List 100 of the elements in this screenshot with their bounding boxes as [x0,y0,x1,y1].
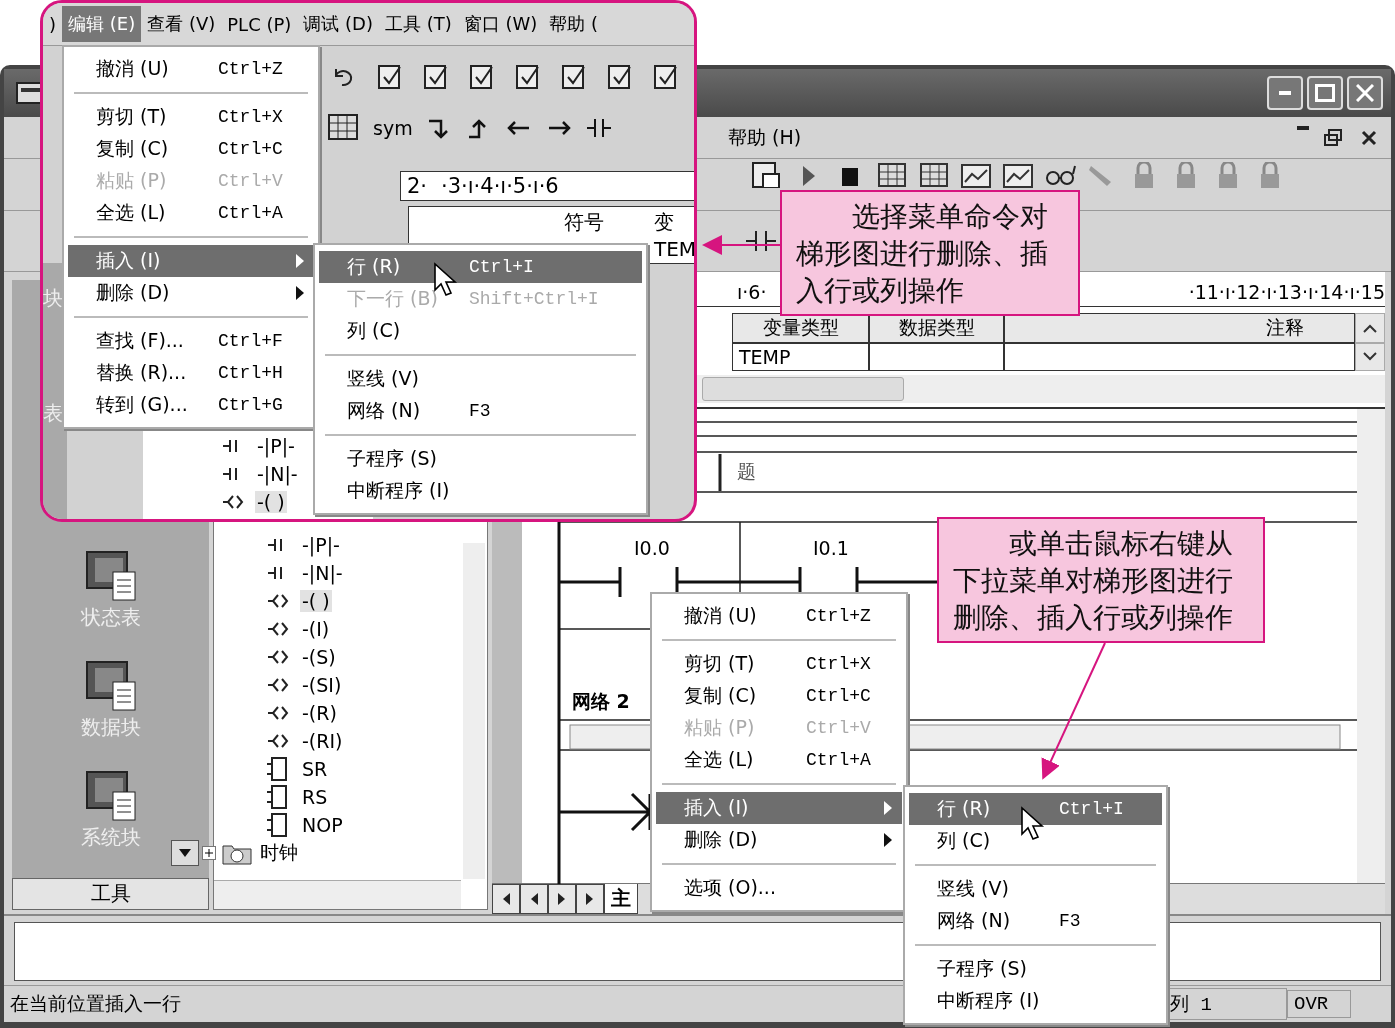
minimize-icon [1279,90,1291,95]
chevron-down-icon [1362,351,1378,362]
tree-item[interactable]: RS [300,785,330,808]
tree-item[interactable]: -|N|- [300,561,345,584]
expand-icon[interactable] [202,845,216,860]
grid-icon[interactable] [875,162,909,189]
column-header: 变量类型 [732,312,869,343]
contact-address: I0.0 [634,536,670,559]
menu-item[interactable]: 剪切 (T) Ctrl+X [656,648,902,680]
tree-item[interactable]: -( ) [255,491,287,513]
ruler-label: ·3·ı·4·ı·5·ı·6 [441,174,559,198]
menu-item[interactable]: 全选 (L) Ctrl+A [656,744,902,776]
menu-item[interactable]: 行 (R) Ctrl+I [319,251,642,283]
menu-item[interactable]: 子程序 (S) [319,443,642,475]
menu-item[interactable]: 复制 (C) Ctrl+C [68,133,314,165]
menu-item[interactable]: 竖线 (V) [319,363,642,395]
menu-item[interactable]: 列 (C) [319,315,642,347]
tree-item[interactable]: -(S) [300,645,338,668]
menu-item[interactable]: 全选 (L) Ctrl+A [68,197,314,229]
mouse-cursor-icon [1020,806,1046,842]
menu-item[interactable]: 替换 (R)... Ctrl+H [68,357,314,389]
submenu-arrow-icon [884,833,892,847]
dropdown-button[interactable] [171,839,199,866]
minimize-icon[interactable] [1297,125,1309,130]
tree-item[interactable]: -|P|- [300,533,342,556]
tree-item[interactable]: -( ) [300,589,332,612]
scrollbar-thumb[interactable] [702,376,904,401]
menu-bar-item[interactable]: 调试 (D) [297,6,379,42]
box-instruction-icon [266,811,290,838]
column-header: 注释 [1004,312,1355,343]
submenu-arrow-icon [296,286,304,300]
menu-item[interactable]: 删除 (D) [656,824,902,856]
caret-icon [178,847,192,858]
box-instruction-icon [266,783,290,810]
tree-item[interactable]: SR [300,757,330,780]
menu-bar-item[interactable]: 帮助 (H) [722,122,808,153]
minimize-button[interactable] [1267,75,1303,110]
menu-item[interactable]: 复制 (C) Ctrl+C [656,680,902,712]
menu-item[interactable]: 列 (C) [909,825,1162,857]
menu-item[interactable]: 撤消 (U) Ctrl+Z [68,53,314,85]
scroll-down-button[interactable] [1355,342,1385,371]
menu-bar-item[interactable]: 查看 (V) [141,6,222,42]
menu-item[interactable]: 中断程序 (I) [909,985,1162,1017]
maximize-button[interactable] [1307,75,1343,110]
table-cell: TEMP [732,342,869,371]
menu-item[interactable]: 转到 (G)... Ctrl+G [68,389,314,421]
menu-item[interactable]: 剪切 (T) Ctrl+X [68,101,314,133]
menu-item[interactable]: 中断程序 (I) [319,475,642,507]
menu-item[interactable]: 选项 (O)... [656,872,902,904]
menu-item[interactable]: 竖线 (V) [909,873,1162,905]
tree-item[interactable]: 时钟 [258,839,300,866]
tree-item[interactable]: -(R) [300,701,339,724]
chevron-up-icon [1362,322,1378,333]
tree-item[interactable]: -|P|- [255,435,297,457]
menu-item[interactable]: 子程序 (S) [909,953,1162,985]
scrollbar[interactable] [214,879,461,909]
network-label: 网络 2 [572,688,630,714]
chart-icon[interactable] [959,162,993,189]
tree-item[interactable]: -|N|- [255,463,300,485]
tree-item[interactable]: -(I) [300,617,332,640]
ruler-label: ·11·ı·12·ı·13·ı·14·ı·15 [1188,280,1385,303]
grid-icon[interactable] [917,162,951,189]
menu-item[interactable]: 撤消 (U) Ctrl+Z [656,600,902,632]
tools-button[interactable]: 工具 [12,877,209,910]
menu-bar-item[interactable]: 窗口 (W) [457,6,544,42]
network-title: 题 [737,458,756,484]
menu-item[interactable]: 网络 (N) F3 [319,395,642,427]
menu-item[interactable]: 网络 (N) F3 [909,905,1162,937]
symbol-button[interactable]: sym [373,117,413,139]
prev-page-button[interactable] [520,883,548,914]
menu-bar-item[interactable]: ) [43,7,63,41]
menu-item[interactable]: 行 (R) Ctrl+I [909,793,1162,825]
menu-bar-item[interactable]: PLC (P) [221,7,298,41]
scrollbar[interactable] [1357,408,1385,883]
table-cell: TEM [654,237,694,261]
menu-bar-item[interactable]: 编辑 (E) [62,6,142,42]
scroll-up-button[interactable] [1355,312,1385,343]
ruler-label: ı·6· [737,280,767,303]
tree-item[interactable]: -(RI) [300,729,345,752]
callout-note: 选择菜单命令对梯形图进行删除、插入行或列操作 [780,190,1080,316]
submenu-arrow-icon [884,801,892,815]
submenu-arrow-icon [296,254,304,268]
chart-icon[interactable] [1001,162,1035,189]
next-page-button[interactable] [548,883,576,914]
tree-item[interactable]: -(SI) [300,673,344,696]
menu-item[interactable]: 删除 (D) [68,277,314,309]
coil-icon [221,493,245,511]
menu-item[interactable]: 插入 (I) [656,792,902,824]
program-tab[interactable]: 主 [604,883,638,914]
callout-note: 或单击鼠标右键从下拉菜单对梯形图进行删除、插入行或列操作 [937,517,1265,643]
first-page-button[interactable] [492,883,520,914]
menu-item[interactable]: 查找 (F)... Ctrl+F [68,325,314,357]
menu-bar-item[interactable]: 帮助 ( [543,6,605,42]
column-header: 变 [654,209,674,236]
window-icon[interactable] [749,162,783,189]
menu-bar-item[interactable]: 工具 (T) [379,6,458,42]
last-page-button[interactable] [576,883,604,914]
close-button[interactable] [1347,75,1383,110]
menu-item[interactable]: 插入 (I) [68,245,314,277]
tree-item[interactable]: NOP [300,813,345,836]
